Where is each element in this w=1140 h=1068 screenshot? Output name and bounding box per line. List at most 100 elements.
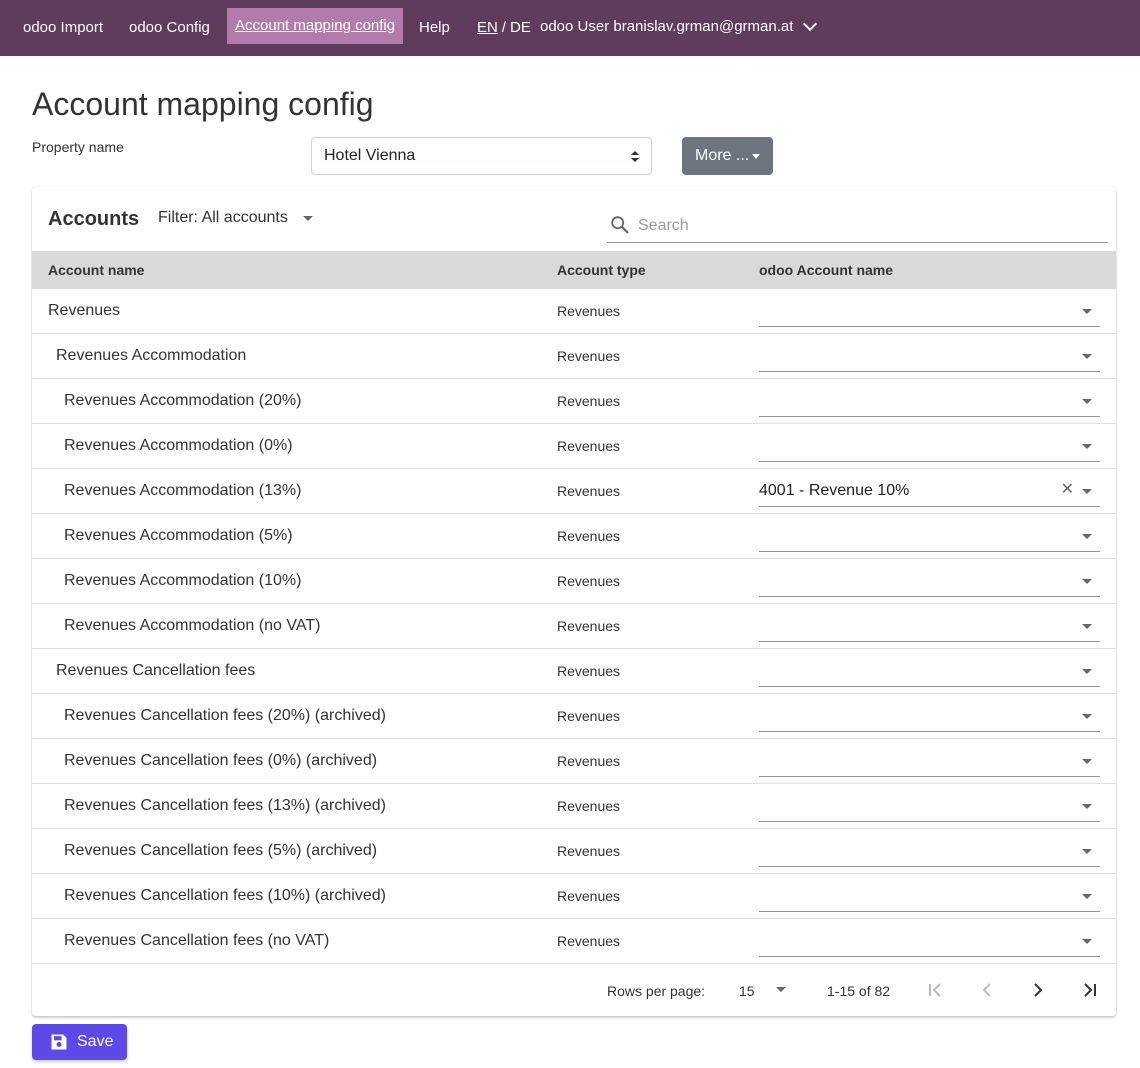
account-type: Revenues [557,798,621,814]
table-row: Revenues Accommodation (5%) Revenues [32,514,1116,559]
lang-de-link[interactable]: DE [510,10,531,46]
chevron-left-icon[interactable] [975,978,999,1002]
caret-down-icon[interactable] [1082,849,1092,854]
account-name: Revenues Accommodation (0%) [64,437,293,454]
caret-down-icon[interactable] [1082,669,1092,674]
odoo-account-select[interactable] [759,698,1100,732]
account-name: Revenues Accommodation (10%) [64,572,302,589]
top-navbar: odoo Import odoo Config Account mapping … [0,0,1140,56]
account-name: Revenues Accommodation (5%) [64,527,293,544]
odoo-account-select[interactable] [759,743,1100,777]
close-icon[interactable]: ✕ [1061,482,1074,498]
account-name: Revenues Cancellation fees (20%) (archiv… [64,707,386,724]
chevron-right-icon[interactable] [1026,978,1050,1002]
account-type: Revenues [557,663,621,679]
more-button[interactable]: More ... [682,137,773,175]
account-name: Revenues Accommodation (no VAT) [64,617,321,634]
account-type: Revenues [557,708,621,724]
table-row: Revenues Accommodation (no VAT) Revenues [32,604,1116,649]
last-page-icon[interactable] [1078,978,1102,1002]
page-range: 1-15 of 82 [827,983,891,999]
account-type: Revenues [557,483,621,499]
odoo-account-select[interactable] [759,518,1100,552]
save-button[interactable]: Save [32,1024,127,1060]
table-row: Revenues Revenues [32,289,1116,334]
odoo-account-select[interactable] [759,788,1100,822]
page-title: Account mapping config [32,86,374,122]
caret-down-icon[interactable] [1082,714,1092,719]
account-type: Revenues [557,573,621,589]
odoo-account-select[interactable] [759,383,1100,417]
lang-en-link[interactable]: EN [477,10,498,46]
table-row: Revenues Accommodation (0%) Revenues [32,424,1116,469]
account-type: Revenues [557,843,621,859]
odoo-account-select[interactable] [759,653,1100,687]
odoo-account-select[interactable] [759,833,1100,867]
odoo-account-select[interactable]: 4001 - Revenue 10% ✕ [759,473,1100,507]
property-select[interactable]: Hotel Vienna [311,137,652,175]
search-icon [611,216,629,234]
column-header-odoo-account-name[interactable]: odoo Account name [759,262,893,278]
rows-per-page-label: Rows per page: [607,983,706,999]
account-name: Revenues Cancellation fees (13%) (archiv… [64,797,386,814]
filter-select[interactable]: Filter: All accounts [158,209,313,227]
account-type: Revenues [557,393,621,409]
user-menu[interactable]: odoo User branislav.grman@grman.at [540,16,818,35]
nav-help[interactable]: Help [411,10,458,46]
account-type: Revenues [557,618,621,634]
odoo-account-select[interactable] [759,293,1100,327]
table-row: Revenues Cancellation fees Revenues [32,649,1116,694]
nav-odoo-config[interactable]: odoo Config [121,10,218,46]
table-pagination: Rows per page: 15 1-15 of 82 [32,964,1116,1016]
language-switcher: EN / DE [469,10,539,46]
table-row: Revenues Cancellation fees (10%) (archiv… [32,874,1116,919]
odoo-account-select[interactable] [759,608,1100,642]
odoo-account-select[interactable] [759,428,1100,462]
lang-separator: / [501,19,507,36]
first-page-icon[interactable] [923,978,947,1002]
odoo-account-select[interactable] [759,563,1100,597]
account-name: Revenues Cancellation fees (10%) (archiv… [64,887,386,904]
account-name: Revenues Cancellation fees (5%) (archive… [64,842,378,859]
caret-down-icon[interactable] [776,987,786,992]
chevron-down-icon [803,16,818,32]
rows-per-page-select[interactable]: 15 [739,983,755,999]
caret-down-icon[interactable] [1082,759,1092,764]
caret-down-icon[interactable] [1082,804,1092,809]
odoo-account-select[interactable] [759,878,1100,912]
table-row: Revenues Accommodation (20%) Revenues [32,379,1116,424]
caret-down-icon[interactable] [1082,579,1092,584]
table-row: Revenues Cancellation fees (no VAT) Reven… [32,919,1116,964]
search-input[interactable] [638,214,1098,238]
caret-down-icon[interactable] [1082,939,1092,944]
caret-down-icon[interactable] [1082,894,1092,899]
nav-odoo-import[interactable]: odoo Import [15,10,111,46]
caret-down-icon[interactable] [1082,534,1092,539]
table-row: Revenues Cancellation fees (0%) (archive… [32,739,1116,784]
search-field [607,214,1108,243]
table-row: Revenues Cancellation fees (5%) (archive… [32,829,1116,874]
caret-down-icon[interactable] [1082,444,1092,449]
account-name: Revenues Accommodation (13%) [64,482,302,499]
caret-down-icon[interactable] [1082,399,1092,404]
account-type: Revenues [557,528,621,544]
odoo-account-select[interactable] [759,338,1100,372]
caret-down-icon[interactable] [1082,489,1092,494]
caret-down-icon[interactable] [1082,624,1092,629]
odoo-account-select[interactable] [759,923,1100,957]
account-type: Revenues [557,933,621,949]
column-header-account-name[interactable]: Account name [48,262,144,278]
caret-down-icon[interactable] [1082,354,1092,359]
caret-down-icon [752,154,760,159]
caret-down-icon[interactable] [1082,309,1092,314]
user-name: odoo User branislav.grman@grman.at [540,18,794,35]
account-name: Revenues Accommodation [56,347,247,364]
table-row: Revenues Cancellation fees (20%) (archiv… [32,694,1116,739]
account-type: Revenues [557,888,621,904]
account-name: Revenues Cancellation fees (no VAT) [64,932,330,949]
column-header-account-type[interactable]: Account type [557,262,646,278]
table-row: Revenues Accommodation (13%) Revenues 4001… [32,469,1116,514]
account-name: Revenues Cancellation fees [56,662,256,679]
nav-account-mapping-config[interactable]: Account mapping config [227,8,404,44]
save-button-label: Save [77,1033,114,1050]
